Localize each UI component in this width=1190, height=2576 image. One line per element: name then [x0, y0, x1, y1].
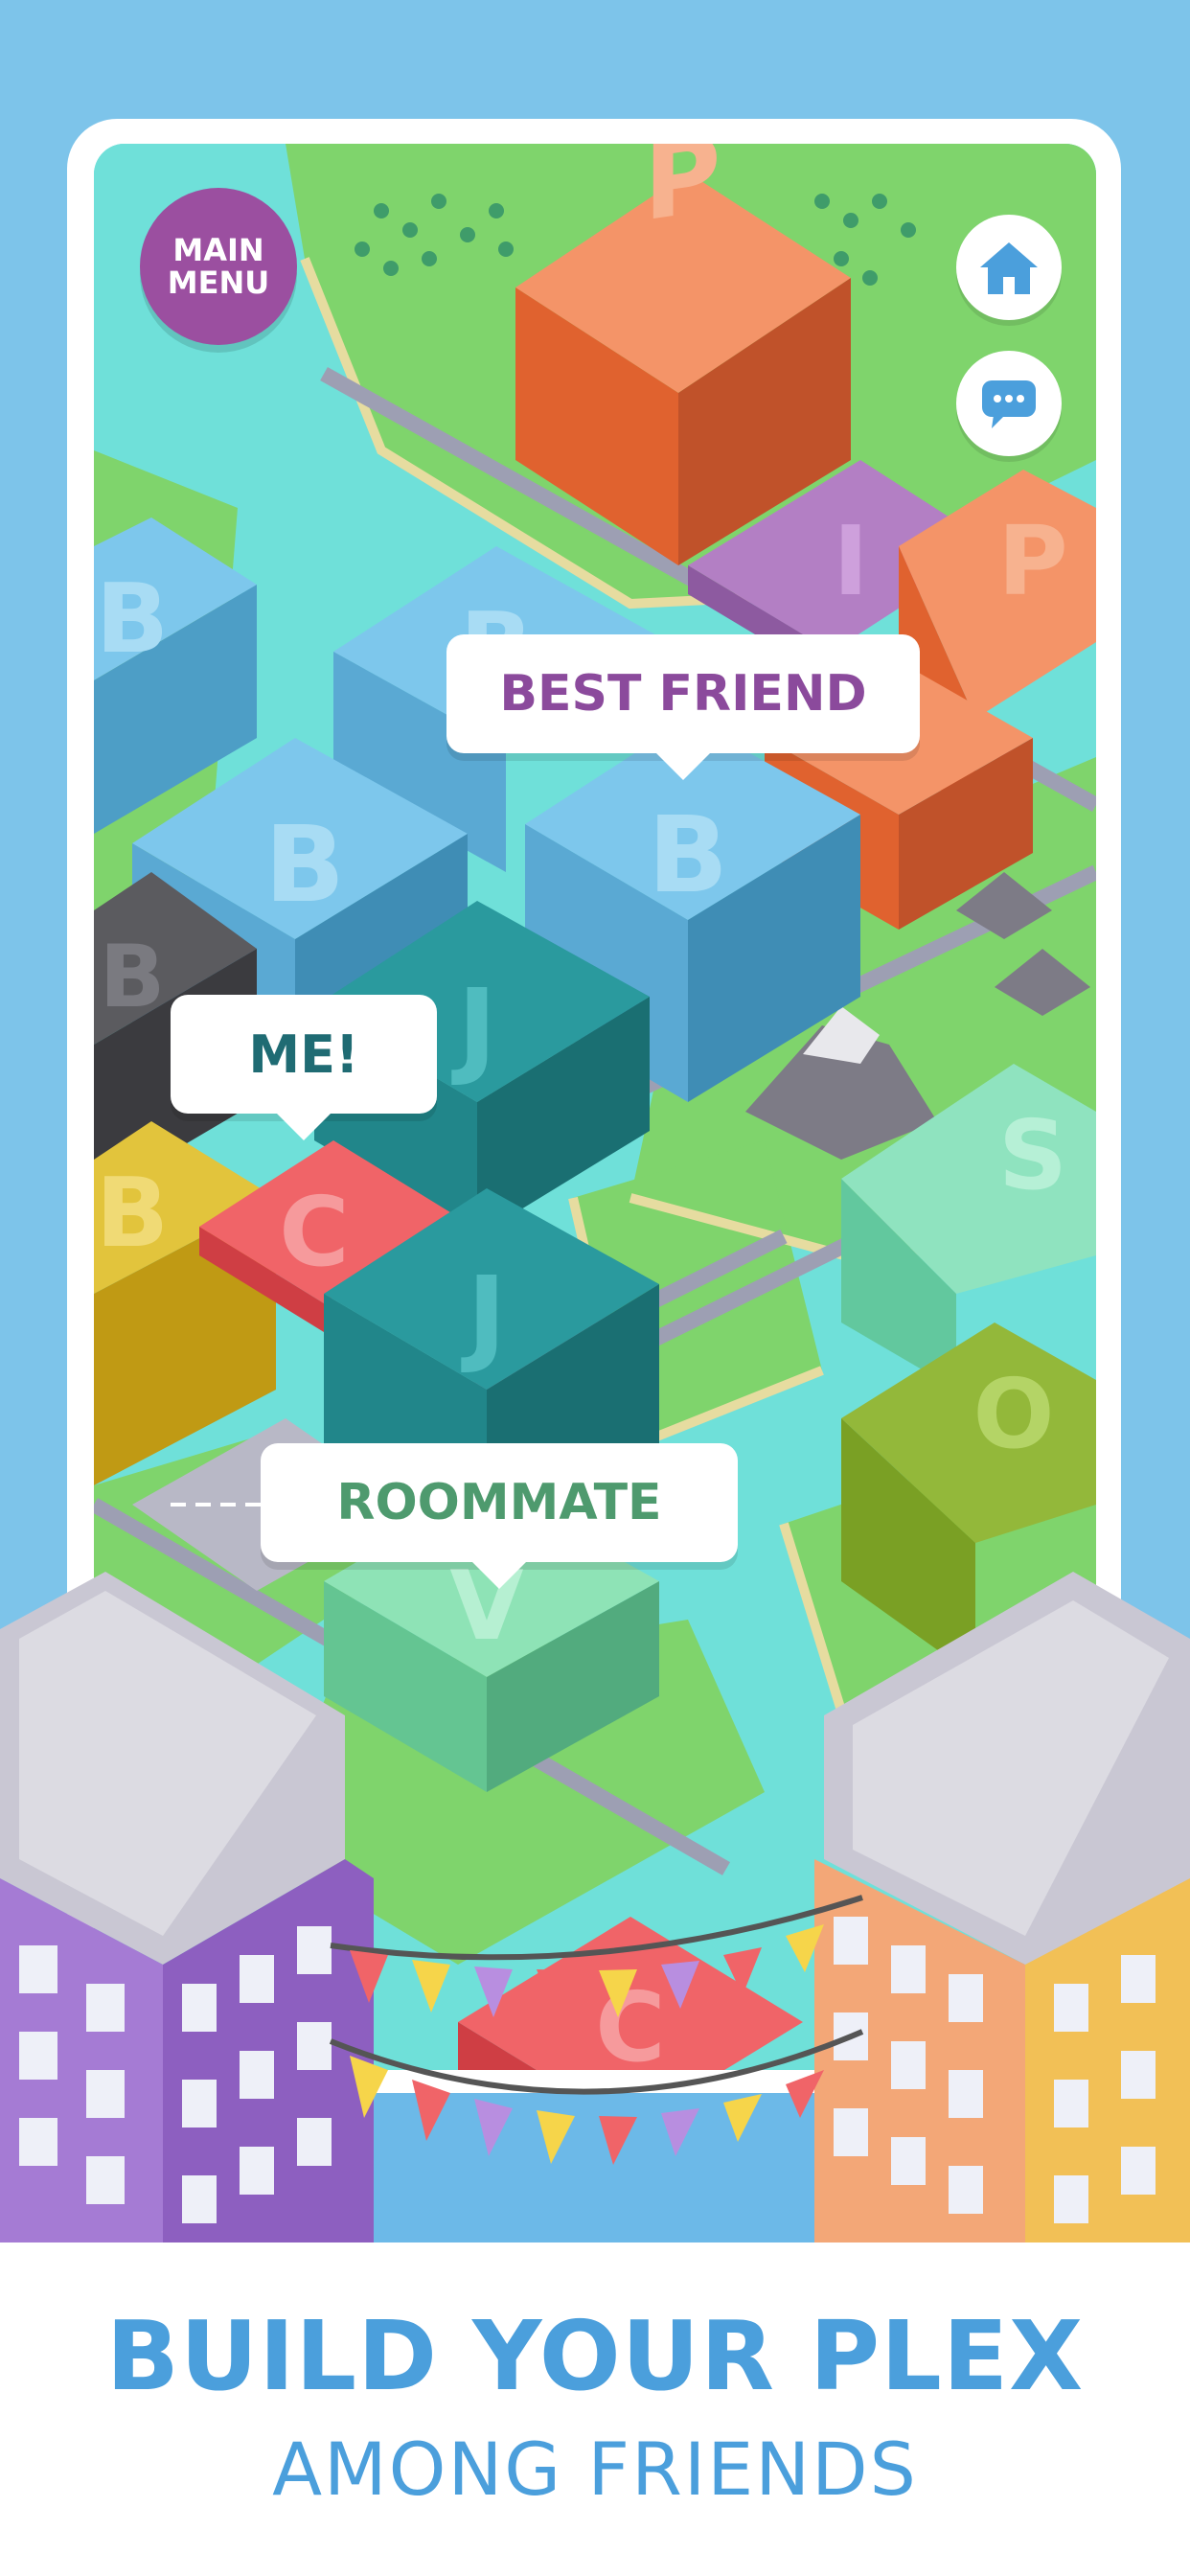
party-bunting — [329, 1895, 864, 2165]
apartment-building-left — [0, 1572, 374, 2242]
apartment-building-right — [814, 1572, 1190, 2242]
tile-letter: J — [451, 966, 497, 1089]
tile-letter: P — [644, 144, 721, 245]
home-button[interactable] — [956, 215, 1062, 320]
tile-letter: B — [100, 927, 166, 1027]
foreground-buildings — [0, 1572, 1190, 2242]
tile-letter: I — [833, 505, 868, 617]
chat-button[interactable] — [956, 351, 1062, 456]
tile-letter: O — [973, 1358, 1054, 1470]
headline: BUILD YOUR PLEX — [105, 2300, 1085, 2412]
chat-bubble-icon — [982, 380, 1036, 428]
tile-letter: B — [96, 1157, 169, 1269]
bubble-tail — [275, 1112, 332, 1140]
tile-letter: B — [264, 803, 345, 926]
tile-letter: S — [998, 1099, 1067, 1211]
tile-letter: J — [461, 1254, 507, 1376]
best-friend-label: BEST FRIEND — [446, 634, 920, 780]
tile-letter: P — [997, 505, 1067, 617]
main-menu-label-line1: MAIN — [172, 232, 264, 268]
tile-letter: B — [96, 563, 169, 675]
main-menu-button[interactable]: MAIN MENU — [140, 188, 297, 345]
me-text: ME! — [248, 1024, 359, 1085]
tile-letter: B — [648, 794, 728, 916]
best-friend-text: BEST FRIEND — [499, 665, 867, 723]
subheadline: AMONG FRIENDS — [272, 2426, 918, 2512]
me-label: ME! — [171, 995, 437, 1140]
tile-letter: C — [279, 1176, 349, 1288]
bubble-tail — [654, 751, 712, 780]
roommate-text: ROOMMATE — [336, 1474, 662, 1531]
main-menu-label-line2: MENU — [167, 264, 270, 301]
home-icon — [980, 242, 1038, 294]
